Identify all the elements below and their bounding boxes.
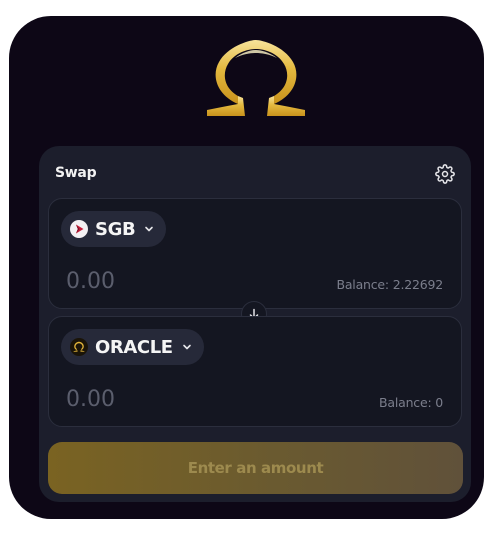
to-token-symbol: ORACLE: [95, 336, 173, 358]
swap-title: Swap: [55, 165, 97, 181]
chevron-down-icon: [145, 226, 154, 232]
to-balance-label: Balance: 0: [379, 395, 443, 410]
to-token-select[interactable]: ORACLE: [61, 329, 204, 365]
from-token-symbol: SGB: [95, 218, 136, 240]
from-balance-label: Balance: 2.22692: [336, 277, 443, 292]
omega-logo-icon: [207, 40, 305, 116]
swap-card: Swap SGB Balance: 2.22692: [39, 146, 471, 502]
oracle-omega-icon: [70, 338, 88, 356]
songbird-icon: [70, 220, 88, 238]
from-token-select[interactable]: SGB: [61, 211, 167, 247]
from-token-panel: SGB Balance: 2.22692: [48, 198, 462, 309]
to-amount-input[interactable]: [66, 387, 266, 412]
enter-amount-button[interactable]: Enter an amount: [48, 442, 463, 494]
gear-icon[interactable]: [435, 164, 455, 184]
swap-widget: Swap SGB Balance: 2.22692: [9, 16, 484, 519]
to-token-panel: ORACLE Balance: 0: [48, 316, 462, 427]
chevron-down-icon: [182, 344, 191, 350]
from-amount-input[interactable]: [66, 269, 266, 294]
